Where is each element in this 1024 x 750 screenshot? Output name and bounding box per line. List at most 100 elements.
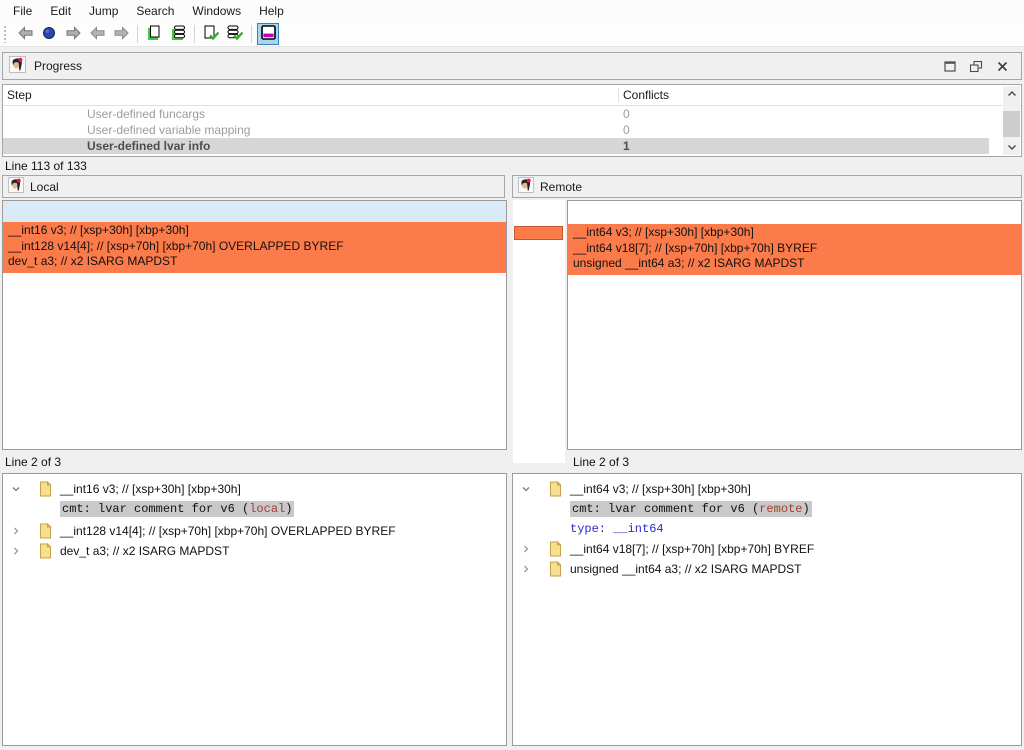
tree-node-label: __int64 v18[7]; // [xsp+70h] [xbp+70h] B…: [570, 542, 814, 556]
back-arrow-icon: [89, 25, 106, 44]
diff-line[interactable]: __int64 v3; // [xsp+30h] [xbp+30h]: [573, 225, 1021, 241]
diff-gutter: [513, 200, 565, 463]
remote-conflict-block: __int64 v3; // [xsp+30h] [xbp+30h] __int…: [568, 224, 1021, 275]
comment-source-tag: remote: [759, 502, 802, 516]
diff-line[interactable]: __int128 v14[4]; // [xsp+70h] [xbp+70h] …: [8, 239, 506, 255]
local-diff-pane: __int16 v3; // [xsp+30h] [xbp+30h] __int…: [2, 200, 507, 450]
lvar-note-icon: [38, 543, 52, 559]
merged-file-button[interactable]: [200, 23, 222, 45]
menu-edit[interactable]: Edit: [41, 1, 80, 21]
remote-detail-line-status: Line 2 of 3: [573, 454, 629, 470]
diff-line[interactable]: unsigned __int64 a3; // x2 ISARG MAPDST: [573, 256, 1021, 272]
merged-database-button[interactable]: [224, 23, 246, 45]
lvar-note-icon: [38, 523, 52, 539]
local-file-button[interactable]: [143, 23, 165, 45]
diff-line[interactable]: __int64 v18[7]; // [xsp+70h] [xbp+70h] B…: [573, 241, 1021, 257]
tree-node-label: dev_t a3; // x2 ISARG MAPDST: [60, 544, 229, 558]
chevron-right-icon[interactable]: [520, 543, 532, 555]
menu-jump[interactable]: Jump: [80, 1, 127, 21]
file-check-icon: [203, 25, 220, 44]
table-row[interactable]: User-defined funcargs 0: [3, 106, 989, 122]
database-stack-icon: [170, 25, 187, 44]
scroll-down-icon[interactable]: [1003, 139, 1020, 155]
tree-node[interactable]: dev_t a3; // x2 ISARG MAPDST: [3, 541, 506, 561]
diff-line[interactable]: __int16 v3; // [xsp+30h] [xbp+30h]: [8, 223, 506, 239]
menu-file[interactable]: File: [4, 1, 41, 21]
comment-text: ): [802, 502, 809, 516]
restore-button[interactable]: [963, 55, 989, 77]
lvar-note-icon: [38, 481, 52, 497]
remote-pane-title: Remote: [540, 180, 582, 194]
next-diff-button[interactable]: [110, 23, 132, 45]
menu-windows[interactable]: Windows: [183, 1, 250, 21]
chevron-right-icon[interactable]: [10, 525, 22, 537]
menu-help[interactable]: Help: [250, 1, 293, 21]
column-header-step[interactable]: Step: [7, 88, 32, 102]
conflict-count: 1: [623, 138, 630, 154]
empty-line[interactable]: [568, 201, 1021, 224]
tree-detail-comment[interactable]: cmt: lvar comment for v6 (remote): [513, 499, 1021, 519]
tree-node[interactable]: __int16 v3; // [xsp+30h] [xbp+30h]: [3, 479, 506, 499]
scrollbar-thumb[interactable]: [1003, 111, 1020, 137]
local-detail-tree: __int16 v3; // [xsp+30h] [xbp+30h] cmt: …: [2, 473, 507, 746]
comment-source-tag: local: [249, 502, 285, 516]
scroll-up-icon[interactable]: [1003, 86, 1020, 102]
conflict-count: 0: [623, 106, 630, 122]
ida-app-icon: [9, 56, 26, 76]
local-conflict-block: __int16 v3; // [xsp+30h] [xbp+30h] __int…: [3, 222, 506, 273]
back-arrow-icon: [17, 25, 34, 44]
menu-bar: File Edit Jump Search Windows Help: [0, 0, 1024, 22]
column-header-conflicts[interactable]: Conflicts: [618, 88, 669, 102]
table-row[interactable]: User-defined variable mapping 0: [3, 122, 989, 138]
chevron-down-icon[interactable]: [10, 483, 22, 495]
tree-node[interactable]: __int128 v14[4]; // [xsp+70h] [xbp+70h] …: [3, 521, 506, 541]
menu-search[interactable]: Search: [127, 1, 183, 21]
diff-view-button[interactable]: [257, 23, 279, 45]
chevron-right-icon[interactable]: [10, 545, 22, 557]
table-scrollbar[interactable]: [1003, 86, 1020, 155]
diff-view-icon: [260, 24, 277, 44]
tree-node[interactable]: __int64 v18[7]; // [xsp+70h] [xbp+70h] B…: [513, 539, 1021, 559]
maximize-button[interactable]: [937, 55, 963, 77]
nav-forward-button[interactable]: [62, 23, 84, 45]
tree-node[interactable]: unsigned __int64 a3; // x2 ISARG MAPDST: [513, 559, 1021, 579]
table-row-selected[interactable]: User-defined lvar info 1: [3, 138, 989, 154]
ida-icon: [8, 177, 24, 196]
remote-diff-pane: __int64 v3; // [xsp+30h] [xbp+30h] __int…: [567, 200, 1022, 450]
table-header: Step Conflicts: [3, 85, 1021, 106]
database-check-icon: [226, 25, 244, 44]
tree-node-label: __int128 v14[4]; // [xsp+70h] [xbp+70h] …: [60, 524, 396, 538]
chevron-right-icon[interactable]: [520, 563, 532, 575]
local-pane-header: Local: [2, 175, 505, 198]
toolbar-separator: [194, 25, 195, 43]
diff-line[interactable]: dev_t a3; // x2 ISARG MAPDST: [8, 254, 506, 270]
comment-text: cmt: lvar comment for v6 (: [62, 502, 249, 516]
chevron-down-icon[interactable]: [520, 483, 532, 495]
comment-text: cmt: lvar comment for v6 (: [572, 502, 759, 516]
window-title: Progress: [34, 59, 82, 73]
tree-detail-comment[interactable]: cmt: lvar comment for v6 (local): [3, 499, 506, 519]
toolbar-drag-handle[interactable]: [3, 25, 8, 43]
diff-line-status: Line 113 of 133: [5, 158, 87, 174]
local-database-button[interactable]: [167, 23, 189, 45]
forward-arrow-icon: [113, 25, 130, 44]
nav-back-button[interactable]: [14, 23, 36, 45]
remote-detail-tree: __int64 v3; // [xsp+30h] [xbp+30h] cmt: …: [512, 473, 1022, 746]
remote-pane-header: Remote: [512, 175, 1022, 198]
tree-node-label: __int64 v3; // [xsp+30h] [xbp+30h]: [570, 482, 751, 496]
file-icon: [146, 25, 162, 44]
nav-current-button[interactable]: [38, 23, 60, 45]
tree-detail-type[interactable]: type: __int64: [513, 519, 1021, 539]
conflict-count: 0: [623, 122, 630, 138]
prev-diff-button[interactable]: [86, 23, 108, 45]
local-detail-line-status: Line 2 of 3: [5, 454, 61, 470]
current-line-highlight[interactable]: [3, 201, 506, 222]
step-name: User-defined lvar info: [87, 138, 210, 154]
tree-node-label: __int16 v3; // [xsp+30h] [xbp+30h]: [60, 482, 241, 496]
toolbar-separator: [137, 25, 138, 43]
lvar-note-icon: [548, 541, 562, 557]
toolbar-separator: [251, 25, 252, 43]
tree-node[interactable]: __int64 v3; // [xsp+30h] [xbp+30h]: [513, 479, 1021, 499]
ida-icon: [518, 177, 534, 196]
close-button[interactable]: [989, 55, 1015, 77]
